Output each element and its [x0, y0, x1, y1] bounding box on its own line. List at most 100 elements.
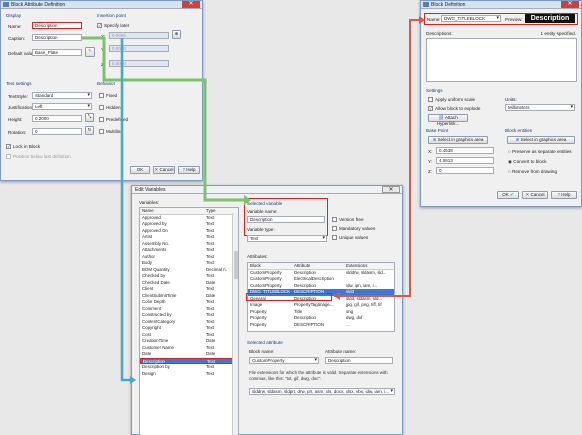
variables-table: Name Type Approved Text Approved by Text App… — [139, 207, 239, 435]
lock-in-block-checkbox[interactable]: ✓ — [6, 144, 11, 149]
link-icon: ⛓ — [438, 115, 444, 120]
block-attribute-definition-window: Block Attribute Definition ✕ Display Ins… — [0, 0, 203, 181]
fixed-label: Fixed — [106, 93, 118, 98]
scrollbar[interactable] — [232, 213, 238, 435]
window-title: Edit Variables — [135, 187, 166, 193]
rotation-label: Rotation: — [8, 130, 27, 135]
cancel-icon: ✕ — [154, 167, 159, 172]
uniform-scale-checkbox[interactable] — [428, 97, 433, 102]
title-bar: Block Attribute Definition ✕ — [1, 1, 202, 9]
pick-icon: ⤡ — [87, 114, 92, 119]
fixed-checkbox[interactable] — [99, 93, 104, 98]
rotation-input[interactable]: 0 — [32, 128, 82, 135]
variable-type-select[interactable]: Text — [247, 235, 327, 242]
insert-field-button[interactable]: ✎ — [85, 47, 95, 57]
extensions-input[interactable]: slddrw, sldasm, sldprt, drw, prt, asm, x… — [249, 388, 395, 395]
close-button[interactable]: ✕ — [182, 1, 200, 8]
caption-input[interactable]: Description — [32, 34, 82, 41]
entity-count: 1 entity specified. — [540, 31, 577, 36]
textstyle-select[interactable]: Standard — [32, 92, 92, 99]
height-input[interactable]: 0.2000 — [32, 115, 82, 122]
scrollbar-thumb[interactable] — [234, 251, 238, 279]
height-pick-button[interactable]: ⤡ — [85, 113, 94, 122]
convert-radio[interactable]: ◉ Convert to block — [508, 159, 547, 165]
allow-explode-checkbox[interactable]: ✓ — [428, 106, 433, 111]
variables-label: Variables: — [139, 200, 160, 205]
hidden-checkbox[interactable] — [99, 105, 104, 110]
uniform-scale-label: Apply uniform scale — [435, 97, 476, 102]
block-name-select[interactable]: DWG_TITLEBLOCK — [441, 15, 501, 22]
check-icon: ✔ — [510, 192, 514, 197]
attr-row[interactable]: Property DESCRIPTION... — [248, 322, 394, 329]
multiline-label: Multiline — [106, 129, 123, 134]
descriptions-label: Descriptions: — [426, 31, 453, 36]
variable-name-label: Variable name: — [247, 209, 278, 214]
select-icon: ⊕ — [432, 137, 437, 142]
close-button[interactable]: ✕ — [382, 186, 400, 193]
preview-box: Description — [525, 14, 575, 23]
unique-checkbox[interactable] — [332, 235, 337, 240]
rotate-icon: ↻ — [87, 127, 92, 132]
help-button[interactable]: ? Help — [551, 191, 577, 199]
ok-button[interactable]: OK — [130, 166, 150, 174]
x-input[interactable]: 0.0000 — [109, 32, 169, 39]
attribute-name-input[interactable]: Description — [325, 357, 393, 364]
y-input[interactable]: 0.0000 — [109, 45, 169, 52]
window-title: Block Attribute Definition — [11, 2, 66, 8]
help-icon: ? — [557, 192, 560, 197]
predefined-checkbox[interactable] — [99, 117, 104, 122]
block-entities-label: Block entities — [505, 128, 533, 133]
lock-in-block-label: Lock in Block — [13, 144, 41, 149]
version-free-label: Version free — [339, 217, 364, 222]
preserve-radio[interactable]: ○ Preserve as separate entities — [508, 149, 572, 154]
allow-explode-label: Allow block to explode — [435, 106, 481, 111]
table-row[interactable]: Design Text — [140, 371, 238, 378]
specify-later-checkbox[interactable]: ✓ — [97, 23, 102, 28]
select-graphics-button[interactable]: ⊕ Select in graphics area — [428, 136, 488, 144]
variable-name-input[interactable]: Description — [247, 216, 325, 223]
justification-select[interactable]: Left — [32, 103, 92, 110]
mandatory-label: Mandatory values — [339, 226, 376, 231]
app-icon — [3, 2, 9, 7]
descriptions-textarea[interactable] — [426, 38, 577, 82]
attach-hyperlink-button[interactable]: ⛓ Attach Hyperlink... — [428, 114, 468, 126]
ok-button[interactable]: OK ✔ — [497, 191, 519, 199]
help-icon: ? — [182, 167, 185, 172]
pick-point-button[interactable]: ⊕ — [172, 30, 181, 39]
block-name-select[interactable]: CustomProperty — [249, 357, 319, 364]
z-input[interactable]: 0.0000 — [109, 60, 169, 67]
extensions-hint: File extensions for which the attribute … — [249, 370, 388, 381]
variable-type-label: Variable type: — [247, 227, 275, 232]
bp-y-input[interactable]: 4.0613 — [436, 157, 494, 164]
cell-extensions: ... — [346, 321, 350, 327]
cell-name: Design — [142, 370, 156, 376]
help-button[interactable]: ? Help — [178, 166, 200, 174]
cancel-button[interactable]: ✕ Cancel — [522, 191, 548, 199]
title-bar: Block Definition ✕ — [421, 1, 581, 9]
app-icon — [423, 2, 429, 7]
close-button[interactable]: ✕ — [561, 1, 579, 8]
select-graphics-button-2[interactable]: ⊕ Select in graphics area — [507, 136, 575, 144]
bp-y-label: Y: — [428, 159, 433, 164]
select-icon: ⊕ — [515, 137, 520, 142]
remove-radio[interactable]: ○ Remove from drawing — [508, 169, 557, 174]
bp-z-input[interactable]: 0 — [436, 167, 494, 174]
rotation-pick-button[interactable]: ↻ — [85, 126, 94, 135]
display-group-label: Display — [6, 13, 22, 18]
bp-x-input[interactable]: 0.4538 — [436, 147, 494, 154]
z-label: Z: — [101, 62, 106, 67]
hidden-label: Hidden — [106, 105, 121, 110]
version-free-checkbox[interactable] — [332, 217, 337, 222]
cancel-button[interactable]: ✕ Cancel — [153, 166, 175, 174]
default-value-input[interactable]: Base_Plate — [32, 49, 82, 56]
predefined-label: Predefined — [106, 117, 129, 122]
name-label: Name: — [427, 17, 441, 22]
multiline-checkbox[interactable] — [99, 129, 104, 134]
position-below-checkbox[interactable] — [6, 154, 11, 159]
cell-block: Property — [250, 321, 267, 327]
attributes-label: Attributes: — [247, 254, 268, 259]
name-input[interactable]: Description — [32, 22, 82, 29]
units-select[interactable]: Millimeters — [505, 104, 575, 111]
caption-label: Caption: — [8, 36, 26, 41]
mandatory-checkbox[interactable] — [332, 226, 337, 231]
